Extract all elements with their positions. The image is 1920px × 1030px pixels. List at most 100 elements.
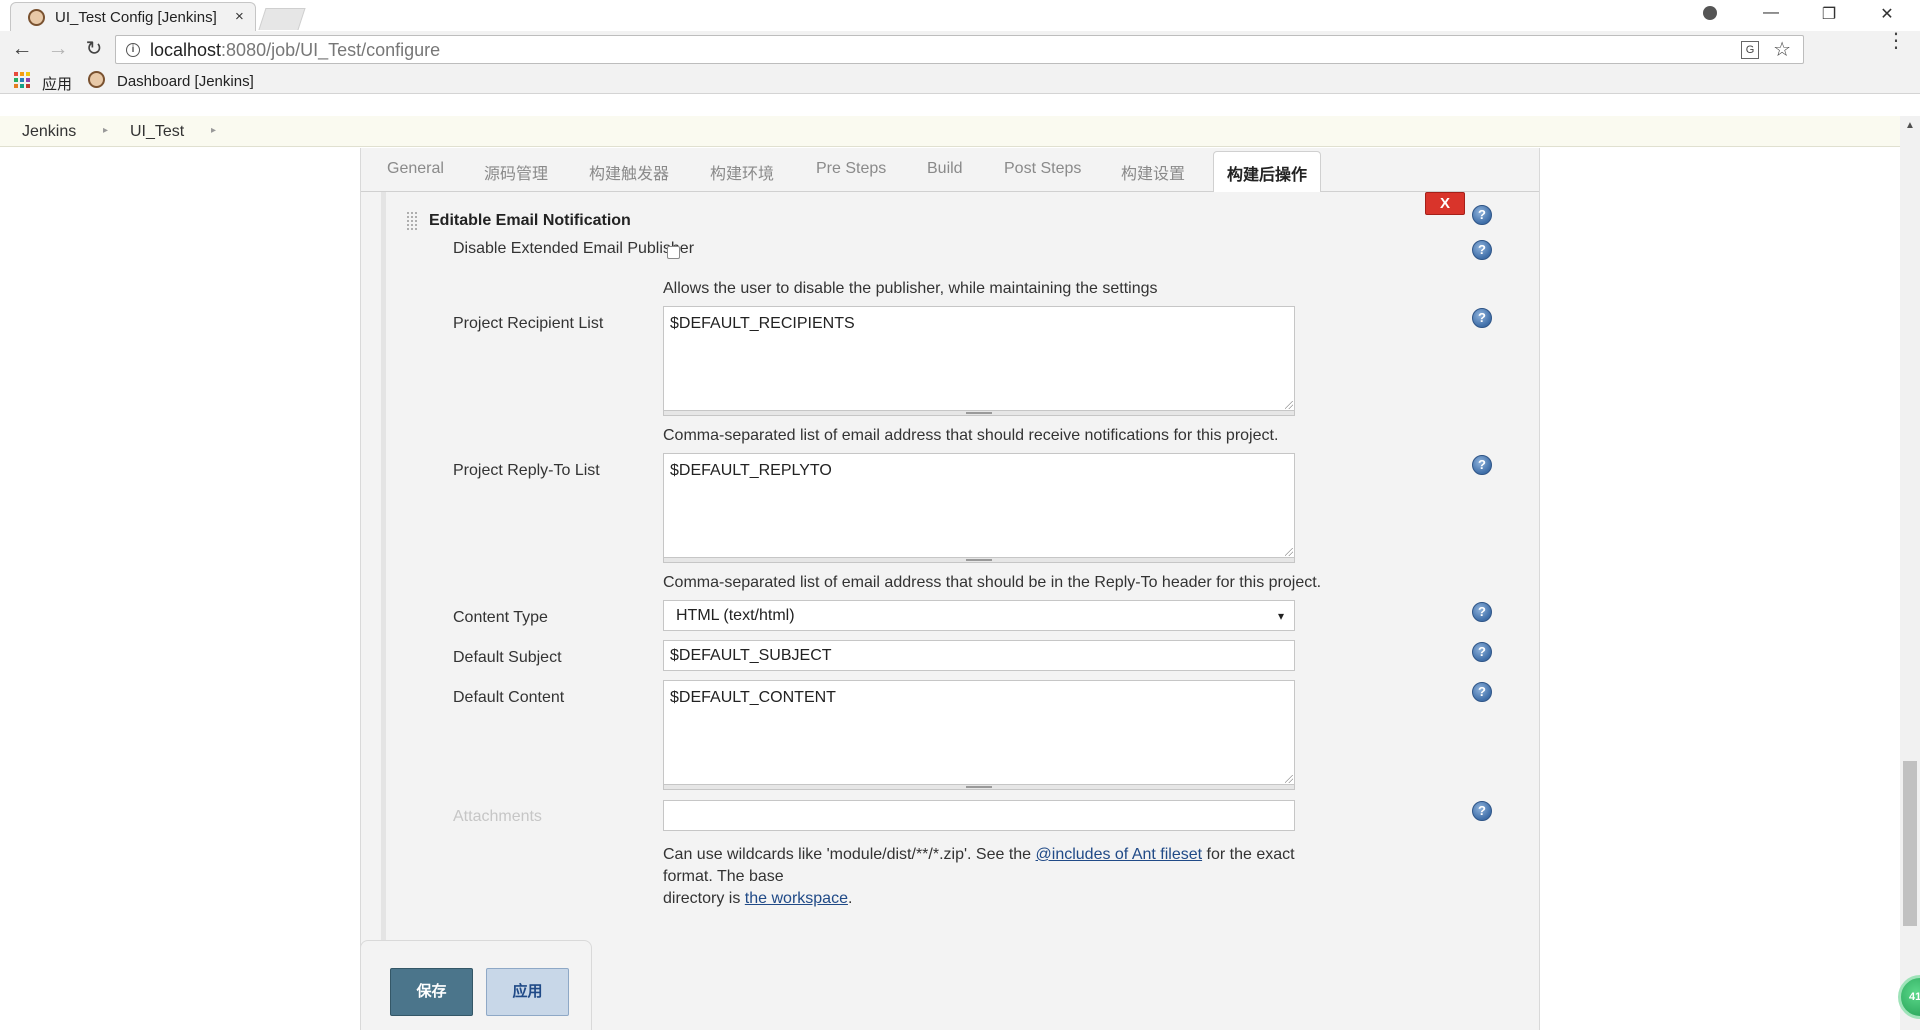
browser-titlebar: UI_Test Config [Jenkins] × — ❐ ✕ <box>0 0 1920 31</box>
default-subject-value: $DEFAULT_SUBJECT <box>670 647 832 664</box>
tab-build-triggers[interactable]: 构建触发器 <box>589 160 669 184</box>
help-icon[interactable]: ? <box>1472 205 1492 225</box>
breadcrumb-arrow-icon[interactable]: ▸ <box>103 125 108 136</box>
window-restore-button[interactable]: ❐ <box>1806 4 1852 24</box>
help-icon[interactable]: ? <box>1472 602 1492 622</box>
tab-post-build-actions[interactable]: 构建后操作 <box>1213 151 1322 193</box>
content-type-select[interactable]: HTML (text/html) ▾ <box>663 600 1295 631</box>
default-content-label: Default Content <box>453 689 565 706</box>
browser-tab-title: UI_Test Config [Jenkins] <box>55 9 217 26</box>
breadcrumb-ui-test[interactable]: UI_Test <box>130 123 184 141</box>
default-subject-input[interactable]: $DEFAULT_SUBJECT <box>663 640 1295 671</box>
apps-grid-dot <box>20 72 24 76</box>
reload-button[interactable]: ↻ <box>80 37 108 63</box>
tab-post-steps[interactable]: Post Steps <box>1004 160 1081 178</box>
attachments-input[interactable] <box>663 800 1295 831</box>
help-icon[interactable]: ? <box>1472 240 1492 260</box>
section-title: Editable Email Notification <box>429 212 631 229</box>
attachments-desc-text: Can use wildcards like 'module/dist/**/*… <box>663 846 1036 863</box>
disable-publisher-checkbox[interactable] <box>667 246 680 259</box>
site-info-icon[interactable]: i <box>126 43 140 57</box>
bottom-button-bar: 保存 应用 <box>360 940 592 1030</box>
browser-profile-icon[interactable] <box>1687 3 1733 25</box>
breadcrumb-jenkins[interactable]: Jenkins <box>22 123 76 141</box>
tab-source-code[interactable]: 源码管理 <box>484 160 548 184</box>
default-subject-label: Default Subject <box>453 649 562 666</box>
textarea-expand-grip[interactable] <box>663 557 1295 563</box>
recipient-list-textarea[interactable]: $DEFAULT_RECIPIENTS <box>663 306 1295 416</box>
bookmark-jenkins-dashboard[interactable]: Dashboard [Jenkins] <box>117 73 257 90</box>
new-tab-button[interactable] <box>258 8 306 30</box>
url-host: localhost <box>150 40 222 60</box>
tab-build-settings[interactable]: 构建设置 <box>1121 160 1185 184</box>
reply-to-description: Comma-separated list of email address th… <box>663 574 1322 591</box>
apps-grid-dot <box>20 78 24 82</box>
reply-to-value: $DEFAULT_REPLYTO <box>670 462 832 479</box>
drag-handle-icon[interactable] <box>406 211 419 231</box>
save-button[interactable]: 保存 <box>390 968 473 1016</box>
tab-build-environment[interactable]: 构建环境 <box>710 160 774 184</box>
apps-grid-dot <box>14 84 18 88</box>
attachments-description: Can use wildcards like 'module/dist/**/*… <box>663 844 1303 910</box>
address-bar[interactable]: i localhost:8080/job/UI_Test/configure G… <box>115 35 1804 64</box>
browser-toolbar: ← → ↻ i localhost:8080/job/UI_Test/confi… <box>0 31 1920 68</box>
apps-grid-dot <box>26 84 30 88</box>
content-type-label: Content Type <box>453 609 548 626</box>
tab-general[interactable]: General <box>387 160 444 178</box>
recipient-list-value: $DEFAULT_RECIPIENTS <box>670 315 855 332</box>
default-content-textarea[interactable]: $DEFAULT_CONTENT <box>663 680 1295 790</box>
textarea-expand-grip[interactable] <box>663 784 1295 790</box>
breadcrumb-arrow-icon[interactable]: ▸ <box>211 125 216 136</box>
help-icon[interactable]: ? <box>1472 682 1492 702</box>
attachments-label: Attachments <box>453 808 542 825</box>
ant-fileset-link[interactable]: @includes of Ant fileset <box>1036 846 1203 863</box>
apps-grid-dot <box>26 72 30 76</box>
bookmark-apps[interactable]: 应用 <box>42 73 72 94</box>
breadcrumb: Jenkins ▸ UI_Test ▸ <box>0 116 1900 147</box>
resize-handle-icon[interactable] <box>1285 775 1293 783</box>
scroll-up-icon[interactable]: ▲ <box>1905 120 1915 131</box>
recipient-list-description: Comma-separated list of email address th… <box>663 427 1279 444</box>
default-content-value: $DEFAULT_CONTENT <box>670 689 836 706</box>
translate-icon[interactable]: G <box>1741 41 1759 59</box>
help-icon[interactable]: ? <box>1472 308 1492 328</box>
apps-grid-dot <box>14 72 18 76</box>
help-icon[interactable]: ? <box>1472 801 1492 821</box>
config-tabbar: General 源码管理 构建触发器 构建环境 Pre Steps Build … <box>361 148 1539 193</box>
resize-handle-icon[interactable] <box>1285 401 1293 409</box>
tab-build[interactable]: Build <box>927 160 963 178</box>
email-notification-section: Editable Email Notification X ? Disable … <box>381 192 1519 1030</box>
scrollbar-thumb[interactable] <box>1903 761 1917 926</box>
attachments-desc-text: directory is <box>663 890 745 907</box>
browser-tab[interactable]: UI_Test Config [Jenkins] × <box>10 2 256 31</box>
help-icon[interactable]: ? <box>1472 455 1492 475</box>
recipient-list-label: Project Recipient List <box>453 315 604 332</box>
apps-grid-icon[interactable] <box>14 72 30 88</box>
apply-button[interactable]: 应用 <box>486 968 569 1016</box>
url-path: :8080/job/UI_Test/configure <box>221 40 441 60</box>
disable-publisher-label: Disable Extended Email Publisher <box>453 240 695 257</box>
textarea-expand-grip[interactable] <box>663 410 1295 416</box>
bookmark-star-icon[interactable]: ☆ <box>1773 37 1791 62</box>
resize-handle-icon[interactable] <box>1285 548 1293 556</box>
page-scrollbar[interactable]: ▲ <box>1900 116 1920 1030</box>
window-close-button[interactable]: ✕ <box>1864 4 1910 24</box>
attachments-desc-text: . <box>847 890 853 907</box>
jenkins-favicon-icon <box>28 9 45 26</box>
window-minimize-button[interactable]: — <box>1748 4 1794 22</box>
jenkins-bookmark-icon <box>88 71 105 88</box>
url-text[interactable]: localhost:8080/job/UI_Test/configure <box>150 40 440 61</box>
reply-to-textarea[interactable]: $DEFAULT_REPLYTO <box>663 453 1295 563</box>
back-button[interactable]: ← <box>8 37 36 63</box>
forward-button[interactable]: → <box>44 37 72 63</box>
browser-menu-icon[interactable]: ⋮ <box>1886 31 1906 51</box>
workspace-link[interactable]: the workspace <box>745 890 848 907</box>
content-type-value: HTML (text/html) <box>676 607 795 624</box>
bookmarks-bar: 应用 Dashboard [Jenkins] <box>0 68 1920 94</box>
tab-close-icon[interactable]: × <box>235 8 244 25</box>
help-icon[interactable]: ? <box>1472 642 1492 662</box>
delete-section-button[interactable]: X <box>1425 192 1465 215</box>
tab-pre-steps[interactable]: Pre Steps <box>816 160 886 178</box>
apps-grid-dot <box>20 84 24 88</box>
reply-to-label: Project Reply-To List <box>453 462 600 479</box>
